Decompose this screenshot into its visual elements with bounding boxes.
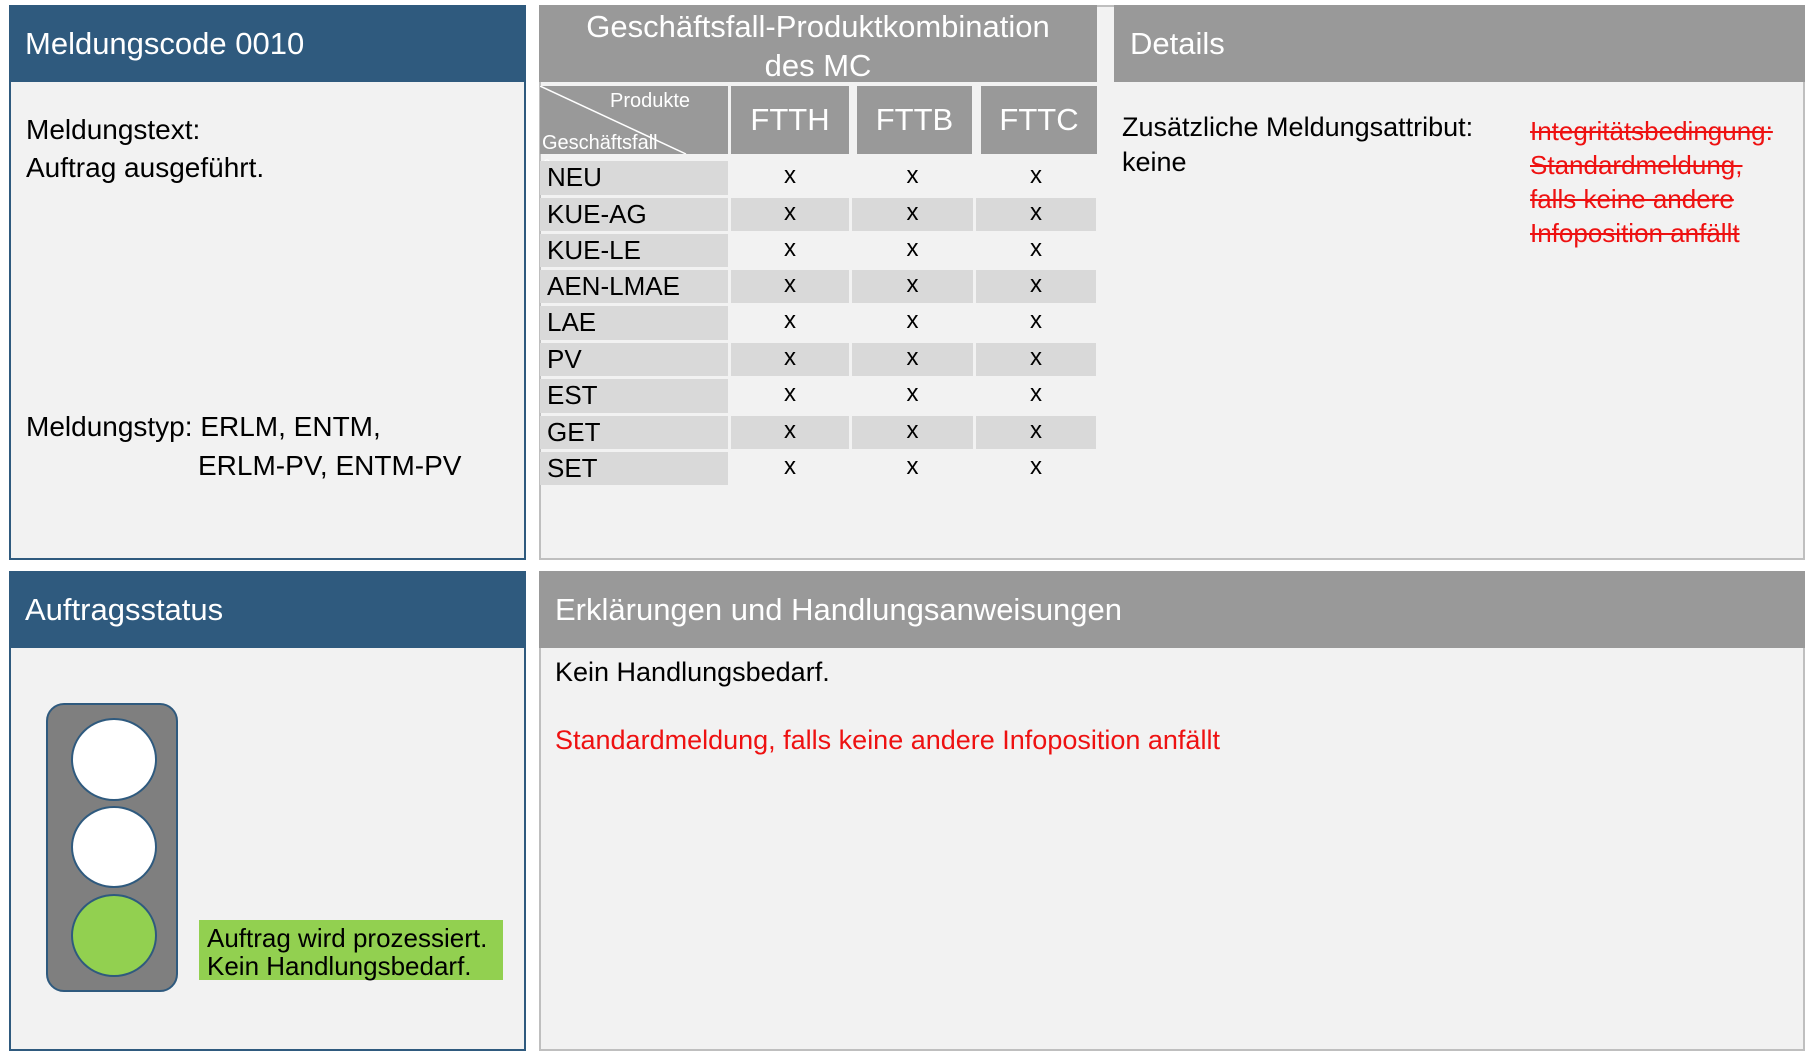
status-title: Auftragsstatus [9,571,526,648]
cell-kue-le-ftth: x [731,234,849,267]
cell-est-fttb: x [852,379,973,413]
cell-kue-le-fttc: x [976,234,1096,267]
cell-set-ftth: x [731,452,849,485]
cell-pv-fttc: x [976,343,1096,376]
cell-lae-fttb: x [852,306,973,340]
col-header-fttc: FTTC [981,86,1097,154]
cell-pv-fttb: x [852,343,973,376]
message-type-line2: ERLM-PV, ENTM-PV [198,450,462,481]
cell-pv-ftth: x [731,343,849,376]
details-attr-value: keine [1122,147,1187,177]
row-label-aen-lmae: AEN-LMAE [540,270,728,303]
instructions-line-2: Standardmeldung, falls keine andere Info… [555,725,1220,755]
cell-neu-fttb: x [852,161,973,195]
cell-est-ftth: x [731,379,849,413]
cell-get-ftth: x [731,416,849,449]
status-line-1: Auftrag wird prozessiert. [207,923,488,953]
cell-lae-ftth: x [731,306,849,340]
cell-neu-ftth: x [731,161,849,195]
corner-cases-label: Geschäftsfall [542,132,658,154]
message-text-value: Auftrag ausgeführt. [26,152,265,183]
message-text-label: Meldungstext: [26,114,201,145]
details-title: Details [1114,5,1805,82]
row-label-est: EST [540,379,728,413]
struck-line-1: Integritätsbedingung: [1530,116,1773,146]
message-type-line1: Meldungstyp: ERLM, ENTM, [26,411,381,442]
instructions-title: Erklärungen und Handlungsanweisungen [539,571,1805,648]
cell-neu-fttc: x [976,161,1096,195]
traffic-light-red-lamp-off [71,718,157,801]
row-label-kue-ag: KUE-AG [540,198,728,231]
cell-aen-lmae-ftth: x [731,270,849,303]
cell-get-fttb: x [852,416,973,449]
matrix-title: Geschäftsfall-Produktkombination des MC [539,5,1097,83]
struck-line-3: falls keine andere [1530,184,1734,214]
struck-line-2: Standardmeldung, [1530,150,1743,180]
details-attr-label: Zusätzliche Meldungsattribut: [1122,112,1474,142]
details-struck-text: Integritätsbedingung: Standardmeldung, f… [1530,114,1773,250]
row-label-get: GET [540,416,728,449]
cell-kue-ag-fttc: x [976,198,1096,231]
cell-get-fttc: x [976,416,1096,449]
traffic-light-yellow-lamp-off [71,806,157,888]
matrix-corner: Produkte Geschäftsfall [540,86,728,154]
corner-products-label: Produkte [610,90,691,112]
cell-aen-lmae-fttb: x [852,270,973,303]
row-label-pv: PV [540,343,728,376]
cell-set-fttb: x [852,452,973,485]
matrix-title-line2: des MC [764,48,872,83]
row-label-lae: LAE [540,306,728,340]
row-label-set: SET [540,452,728,485]
col-header-fttb: FTTB [857,86,972,154]
cell-kue-ag-ftth: x [731,198,849,231]
row-label-kue-le: KUE-LE [540,234,728,267]
traffic-light-green-lamp-on [71,894,157,977]
struck-line-4: Infoposition anfällt [1530,218,1740,248]
cell-kue-le-fttb: x [852,234,973,267]
instructions-line-1: Kein Handlungsbedarf. [555,657,830,687]
cell-kue-ag-fttb: x [852,198,973,231]
status-line-2: Kein Handlungsbedarf. [207,951,472,981]
matrix-details-panel [539,5,1805,560]
cell-lae-fttc: x [976,306,1096,340]
message-code-title: Meldungscode 0010 [9,5,526,82]
row-label-neu: NEU [540,161,728,195]
col-header-ftth: FTTH [731,86,849,154]
matrix-title-line1: Geschäftsfall-Produktkombination [586,9,1050,44]
cell-est-fttc: x [976,379,1096,413]
status-message: Auftrag wird prozessiert. Kein Handlungs… [199,920,503,980]
cell-aen-lmae-fttc: x [976,270,1096,303]
cell-set-fttc: x [976,452,1096,485]
